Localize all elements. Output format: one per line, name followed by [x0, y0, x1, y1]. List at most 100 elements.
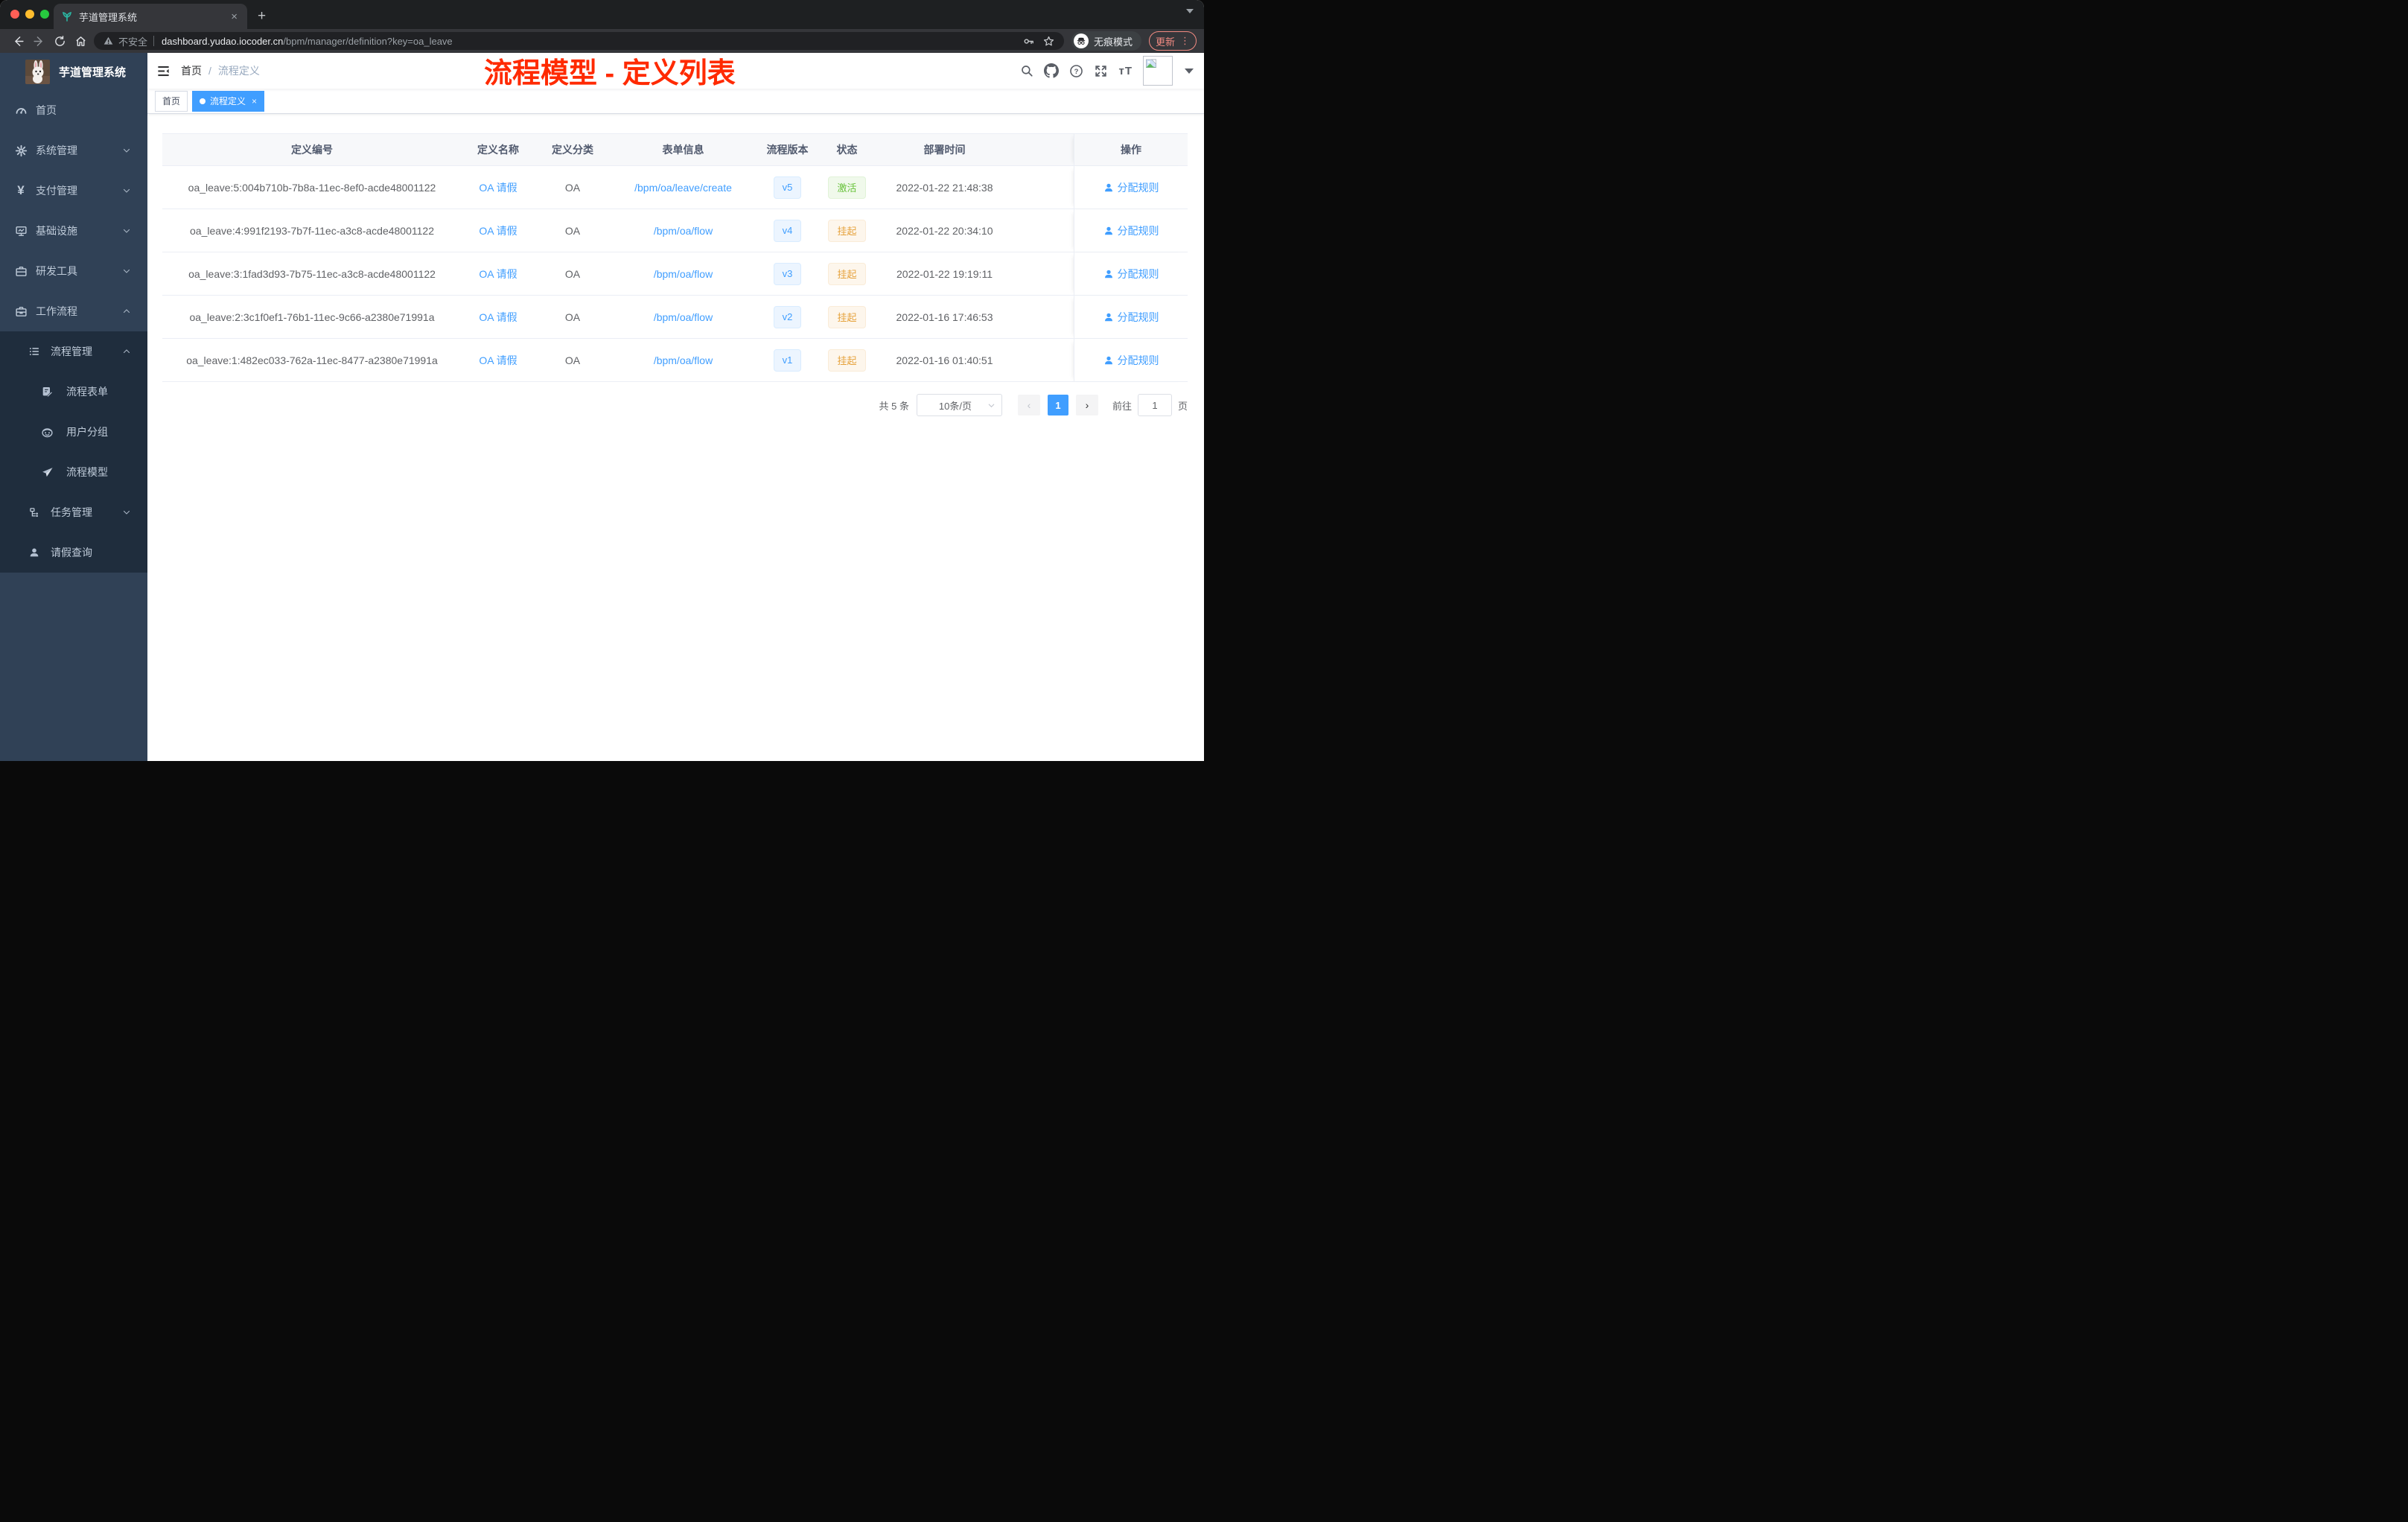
definition-name-link[interactable]: OA 请假 — [479, 353, 517, 368]
update-chip[interactable]: 更新 ⋮ — [1148, 31, 1197, 51]
sidebar-item-workflow[interactable]: 工作流程 — [0, 291, 147, 331]
help-question-icon[interactable]: ? — [1069, 64, 1083, 78]
sidebar-item-user-group[interactable]: 用户分组 — [0, 412, 147, 452]
form-info-link[interactable]: /bpm/oa/flow — [654, 225, 713, 237]
breadcrumb: 首页 / 流程定义 — [181, 63, 260, 78]
browser-tab[interactable]: 芋道管理系统 × — [54, 4, 247, 29]
form-info-link[interactable]: /bpm/oa/leave/create — [634, 182, 732, 194]
tag-label: 流程定义 — [210, 96, 246, 106]
fullscreen-icon[interactable] — [1094, 64, 1108, 78]
avatar[interactable] — [1143, 56, 1173, 86]
column-header-name: 定义名称 — [462, 133, 535, 166]
current-page-button[interactable]: 1 — [1047, 395, 1068, 415]
chevron-down-icon — [122, 186, 131, 195]
deploy-time-cell: 2022-01-16 01:40:51 — [875, 339, 1014, 382]
tab-close-icon[interactable]: × — [229, 10, 240, 23]
tag-process-definition[interactable]: 流程定义 × — [192, 90, 265, 112]
browser-tabstrip: 芋道管理系统 × + — [0, 0, 1204, 29]
chevron-down-icon — [122, 146, 131, 155]
assign-rule-button[interactable]: 分配规则 — [1103, 267, 1159, 281]
sidebar-item-process-management[interactable]: 流程管理 — [0, 331, 147, 372]
address-bar[interactable]: 不安全 dashboard.yudao.iocoder.cn /bpm/mana… — [94, 32, 1064, 50]
sidebar-item-task-management[interactable]: 任务管理 — [0, 492, 147, 532]
version-badge: v5 — [773, 176, 802, 199]
sidebar-collapse-icon[interactable] — [147, 53, 181, 89]
chevron-down-icon — [122, 226, 131, 235]
search-icon[interactable] — [1020, 64, 1033, 77]
sidebar-item-infrastructure[interactable]: 基础设施 — [0, 211, 147, 251]
incognito-badge: 无痕模式 — [1071, 31, 1141, 51]
definition-name-link[interactable]: OA 请假 — [479, 180, 517, 195]
form-info-link[interactable]: /bpm/oa/flow — [654, 354, 713, 366]
security-label[interactable]: 不安全 — [118, 34, 147, 48]
yen-icon: ¥ — [17, 183, 25, 197]
version-badge: v2 — [773, 305, 802, 328]
column-header-spacer — [1014, 133, 1074, 166]
tags-view-bar: 首页 流程定义 × — [147, 89, 1204, 114]
tag-close-icon[interactable]: × — [252, 96, 257, 106]
breadcrumb-home[interactable]: 首页 — [181, 63, 202, 78]
page-size-select[interactable]: 10条/页 — [916, 394, 1002, 416]
sidebar-item-label: 流程管理 — [51, 346, 92, 357]
definition-name-link[interactable]: OA 请假 — [479, 267, 517, 281]
zoom-window-button[interactable] — [40, 10, 49, 19]
deploy-time-cell: 2022-01-16 17:46:53 — [875, 296, 1014, 339]
assign-rule-label: 分配规则 — [1117, 224, 1159, 237]
definition-id-cell: oa_leave:1:482ec033-762a-11ec-8477-a2380… — [162, 339, 462, 382]
avatar-dropdown-caret-icon[interactable] — [1185, 68, 1194, 74]
reload-button[interactable] — [49, 31, 70, 51]
sidebar-item-home[interactable]: 首页 — [0, 90, 147, 130]
spacer-cell — [1014, 339, 1074, 382]
sidebar-item-system[interactable]: 系统管理 — [0, 130, 147, 171]
next-page-button[interactable]: › — [1075, 395, 1098, 415]
password-key-icon[interactable] — [1022, 35, 1035, 48]
assign-rule-button[interactable]: 分配规则 — [1103, 353, 1159, 368]
github-icon[interactable] — [1044, 63, 1060, 78]
sidebar-logo[interactable]: 芋道管理系统 — [0, 53, 147, 90]
home-button[interactable] — [70, 31, 91, 51]
definition-category-cell: OA — [535, 296, 611, 339]
url-path: /bpm/manager/definition?key=oa_leave — [283, 35, 453, 47]
forward-button[interactable] — [28, 31, 49, 51]
goto-page-input[interactable] — [1137, 394, 1172, 416]
sidebar-item-leave-query[interactable]: 请假查询 — [0, 532, 147, 573]
assign-rule-button[interactable]: 分配规则 — [1103, 310, 1159, 325]
font-size-icon[interactable]: ᴛT — [1118, 65, 1133, 77]
page-content: 定义编号 定义名称 定义分类 表单信息 流程版本 状态 部署时间 操作 oa_l… — [147, 114, 1204, 761]
update-label[interactable]: 更新 — [1156, 34, 1175, 48]
sidebar-item-dev-tools[interactable]: 研发工具 — [0, 251, 147, 291]
assign-rule-button[interactable]: 分配规则 — [1103, 223, 1159, 238]
tag-home[interactable]: 首页 — [155, 90, 188, 112]
active-tag-dot — [200, 98, 206, 104]
definition-id-cell: oa_leave:5:004b710b-7b8a-11ec-8ef0-acde4… — [162, 166, 462, 209]
breadcrumb-separator: / — [208, 65, 211, 77]
browser-menu-dots-icon[interactable]: ⋮ — [1180, 35, 1190, 47]
bookmark-star-icon[interactable] — [1042, 35, 1055, 48]
browser-toolbar: 不安全 dashboard.yudao.iocoder.cn /bpm/mana… — [0, 29, 1204, 53]
page-size-value: 10条/页 — [938, 400, 972, 412]
assign-rule-label: 分配规则 — [1117, 311, 1159, 323]
list-icon — [27, 346, 42, 357]
chevron-up-icon — [122, 347, 131, 356]
new-tab-button[interactable]: + — [258, 8, 266, 25]
close-window-button[interactable] — [10, 10, 19, 19]
back-button[interactable] — [7, 31, 28, 51]
form-info-link[interactable]: /bpm/oa/flow — [654, 268, 713, 280]
workflow-submenu: 流程管理 流程表单 用户分组 流程模型 任务管理 请假查询 — [0, 331, 147, 573]
definition-name-link[interactable]: OA 请假 — [479, 310, 517, 325]
assign-rule-button[interactable]: 分配规则 — [1103, 180, 1159, 195]
tab-search-chevron-icon[interactable] — [1186, 9, 1194, 13]
minimize-window-button[interactable] — [25, 10, 34, 19]
goto-unit: 页 — [1177, 400, 1188, 412]
definition-name-link[interactable]: OA 请假 — [479, 223, 517, 238]
form-info-link[interactable]: /bpm/oa/flow — [654, 311, 713, 323]
security-warning-icon[interactable] — [103, 36, 114, 46]
sidebar-item-label: 请假查询 — [51, 547, 92, 558]
prev-page-button[interactable]: ‹ — [1017, 395, 1040, 415]
breadcrumb-current: 流程定义 — [217, 65, 260, 77]
sidebar-item-label: 流程表单 — [66, 386, 108, 398]
sidebar-item-payment[interactable]: ¥ 支付管理 — [0, 171, 147, 211]
status-badge: 挂起 — [828, 305, 866, 328]
sidebar-item-process-form[interactable]: 流程表单 — [0, 372, 147, 412]
sidebar-item-process-model[interactable]: 流程模型 — [0, 452, 147, 492]
